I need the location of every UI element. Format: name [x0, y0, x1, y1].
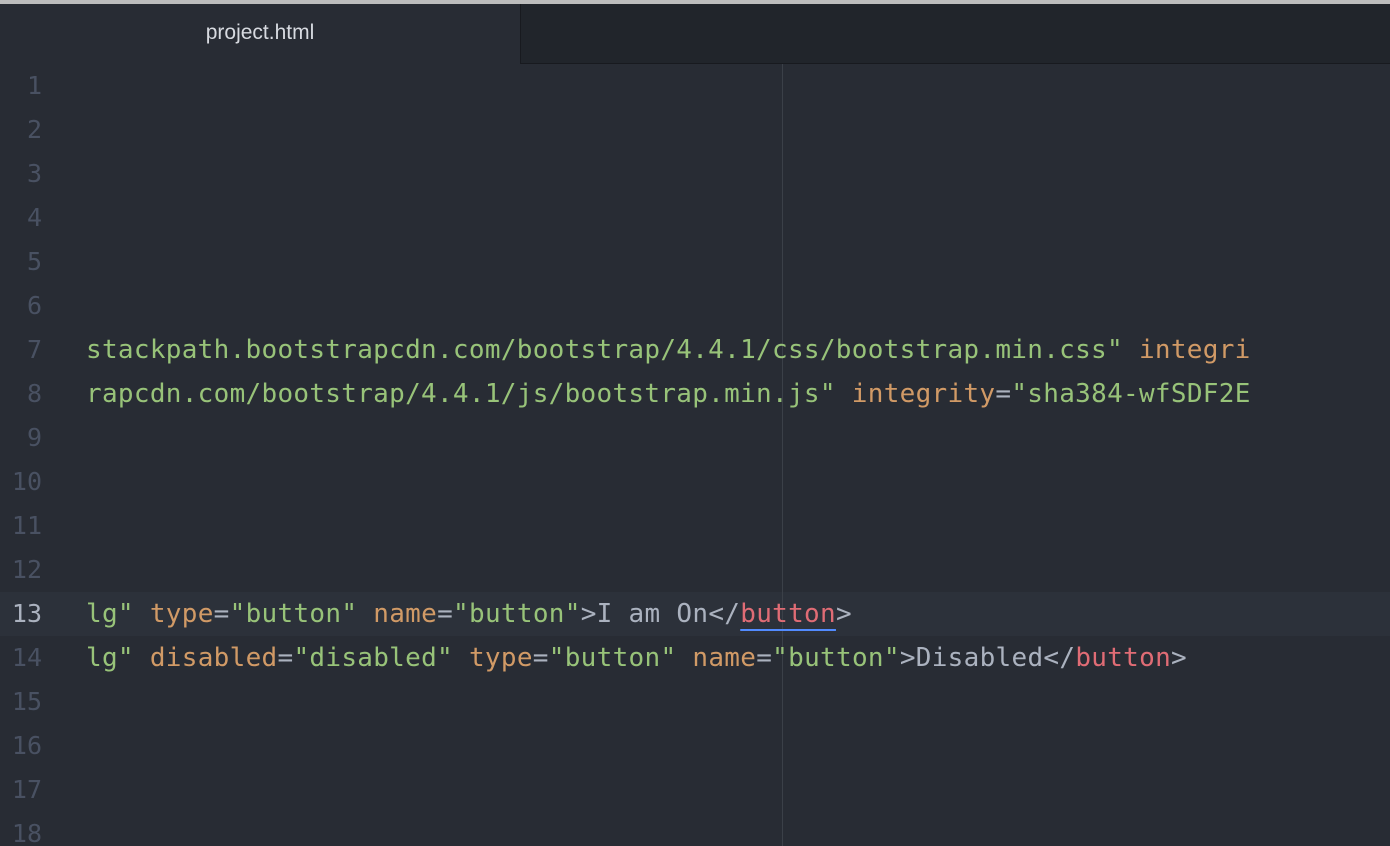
line-number: 4 [26, 203, 42, 232]
line-number: 15 [11, 687, 42, 716]
line-number: 2 [26, 115, 42, 144]
line-number: 11 [11, 511, 42, 540]
equals-token: = [277, 643, 294, 673]
attribute-token: name [692, 643, 757, 673]
string-token: lg" [86, 643, 134, 673]
line-number: 6 [26, 291, 42, 320]
string-token: stackpath.bootstrapcdn.com/bootstrap/4.4… [86, 335, 1123, 365]
text-token: >I am On</ [580, 599, 741, 629]
string-token: rapcdn.com/bootstrap/4.4.1/js/bootstrap.… [86, 379, 836, 409]
line-number-current: 13 [11, 599, 42, 628]
line-number: 12 [11, 555, 42, 584]
code-line-7: stackpath.bootstrapcdn.com/bootstrap/4.4… [86, 328, 1251, 372]
attribute-token: integrity [851, 379, 996, 409]
line-number: 16 [11, 731, 42, 760]
attribute-token: disabled [149, 643, 278, 673]
code-editor[interactable]: 1 2 3 4 5 6 7 8 9 10 11 12 13 14 15 16 1… [0, 64, 1390, 846]
tag-name-token-matched: button [740, 599, 836, 629]
line-number: 8 [26, 379, 42, 408]
string-token: lg" [86, 599, 134, 629]
text-token: > [1171, 643, 1188, 673]
code-line-13: lg" type="button" name="button">I am On<… [86, 592, 852, 636]
attribute-token: integri [1138, 335, 1251, 365]
attribute-token: type [468, 643, 533, 673]
line-number: 14 [11, 643, 42, 672]
line-number: 18 [11, 819, 42, 846]
string-token: "button" [229, 599, 358, 629]
tag-name-token: button [1075, 643, 1172, 673]
line-number: 9 [26, 423, 42, 452]
string-token: "sha384-wfSDF2E [1011, 379, 1251, 409]
code-line-14: lg" disabled="disabled" type="button" na… [86, 636, 1187, 680]
code-line-8: rapcdn.com/bootstrap/4.4.1/js/bootstrap.… [86, 372, 1251, 416]
line-number: 3 [26, 159, 42, 188]
equals-token: = [756, 643, 773, 673]
equals-token: = [437, 599, 454, 629]
tab-project-html[interactable]: project.html [0, 4, 521, 64]
attribute-token: type [149, 599, 214, 629]
string-token: "button" [772, 643, 900, 673]
string-token: "button" [548, 643, 677, 673]
tab-bar: project.html [0, 4, 1390, 64]
line-number: 1 [26, 71, 42, 100]
line-number-gutter: 1 2 3 4 5 6 7 8 9 10 11 12 13 14 15 16 1… [0, 64, 48, 846]
text-token: > [835, 599, 852, 629]
wrap-guide [782, 64, 783, 846]
line-number: 10 [11, 467, 42, 496]
string-token: "button" [453, 599, 581, 629]
line-number: 17 [11, 775, 42, 804]
attribute-token: name [373, 599, 438, 629]
equals-token: = [213, 599, 230, 629]
equals-token: = [532, 643, 549, 673]
text-token: >Disabled</ [899, 643, 1076, 673]
tab-label: project.html [205, 21, 315, 44]
equals-token: = [995, 379, 1012, 409]
line-number: 5 [26, 247, 42, 276]
line-number: 7 [26, 335, 42, 364]
string-token: "disabled" [293, 643, 453, 673]
